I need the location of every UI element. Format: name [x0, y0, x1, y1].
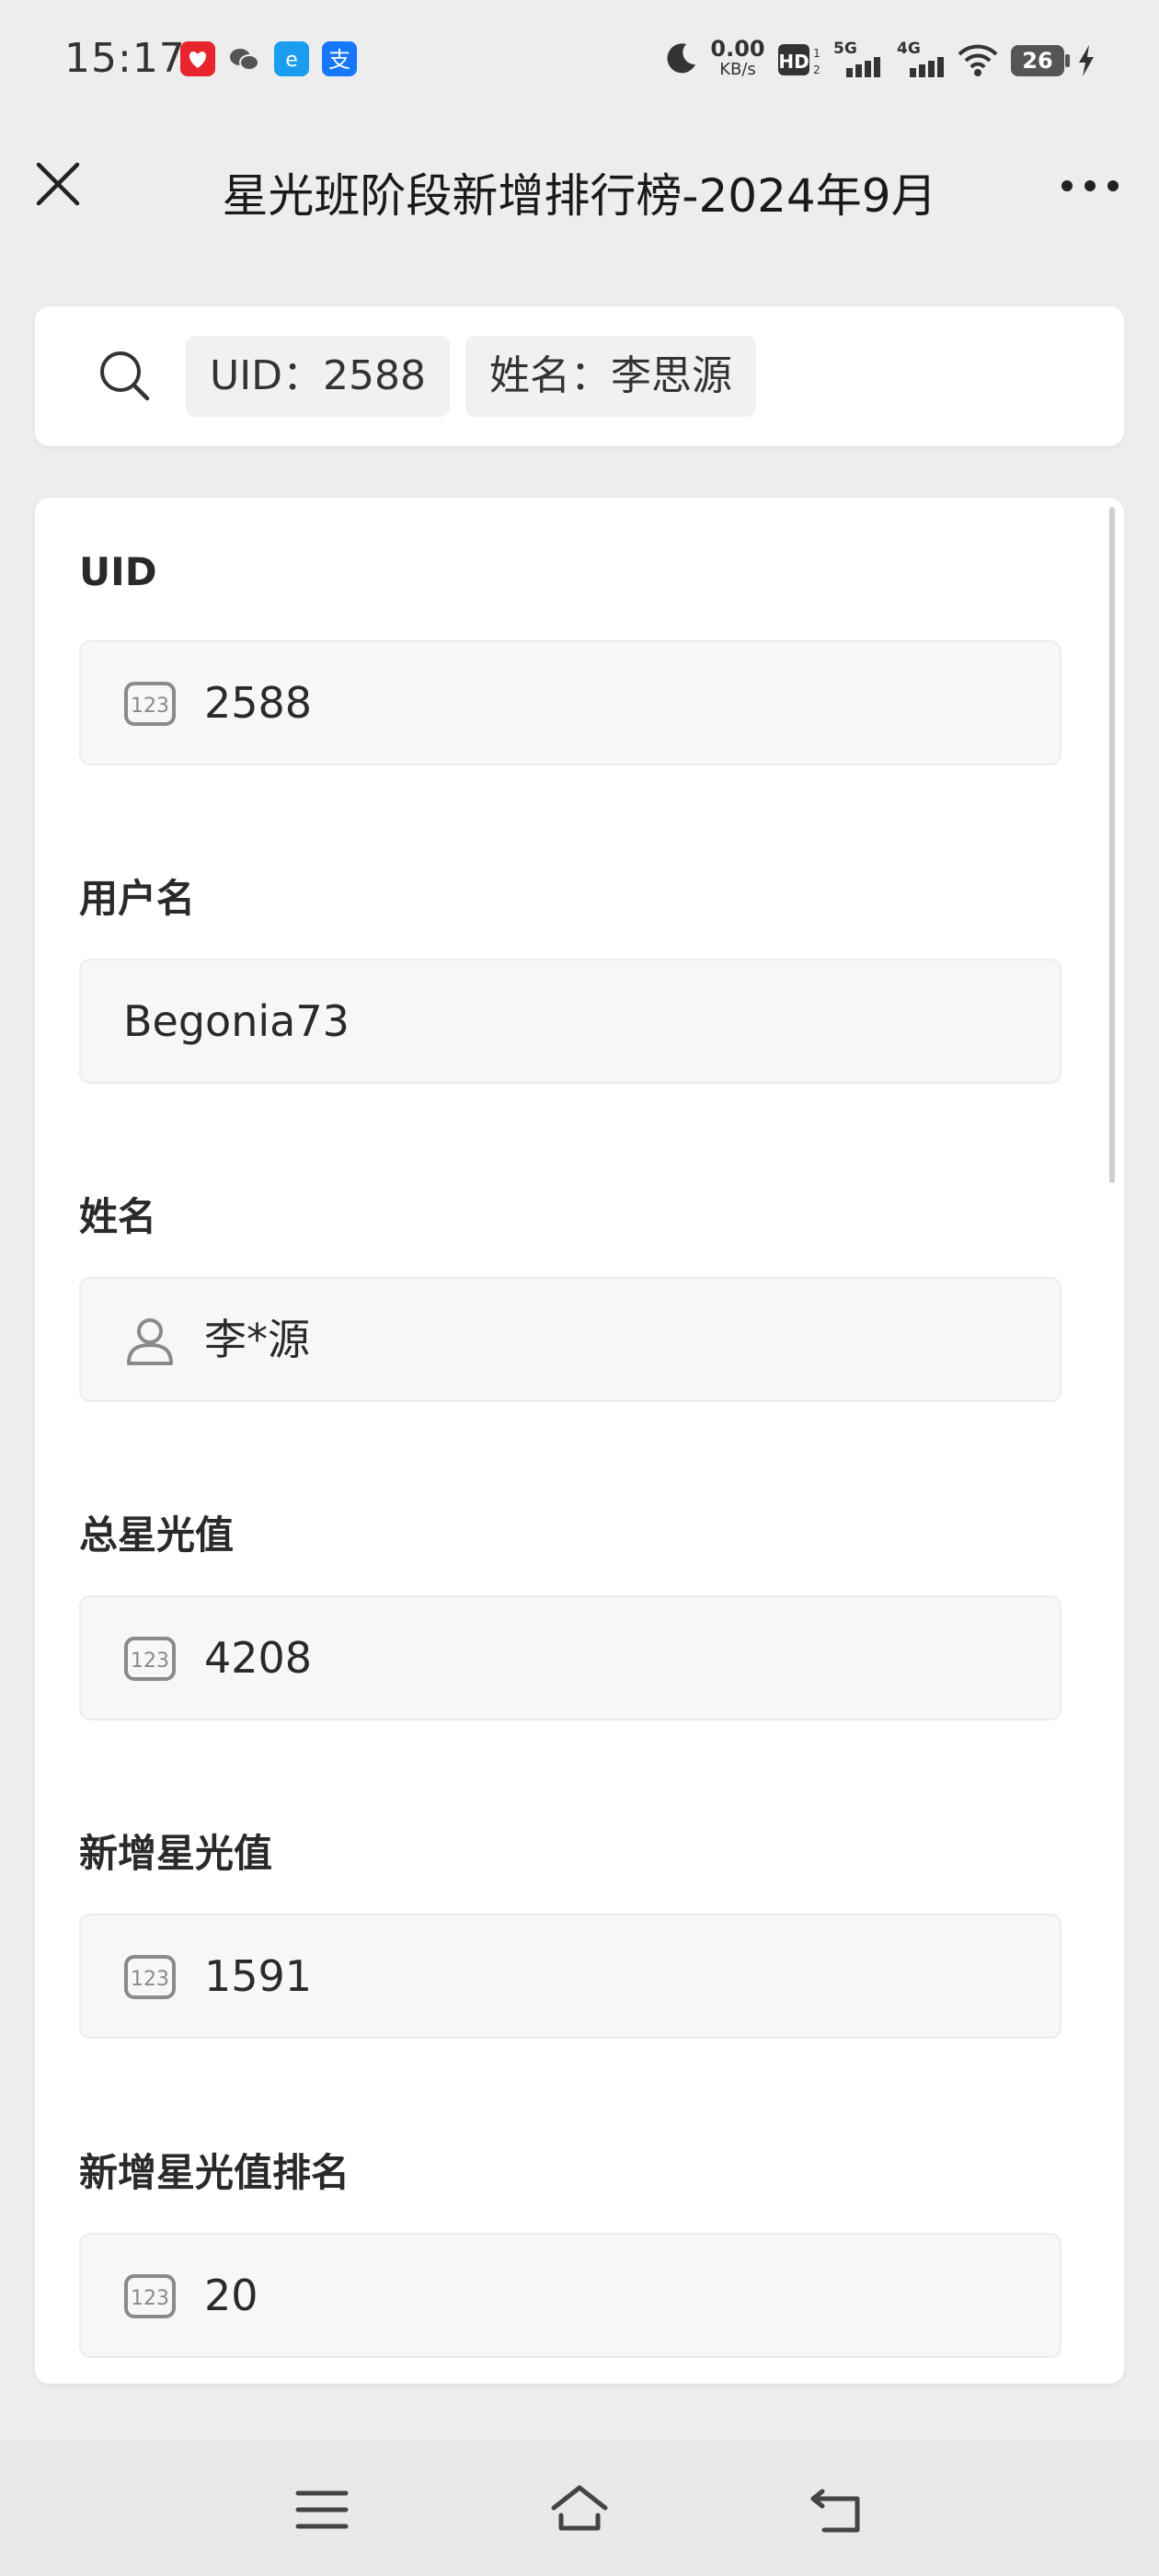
network-speed: 0.00 KB/s — [710, 37, 765, 79]
battery-level: 26 — [1022, 48, 1053, 74]
notification-red-icon — [180, 41, 215, 76]
svg-text:5G: 5G — [833, 40, 857, 58]
search-chip-name[interactable]: 姓名：李思源 — [465, 336, 756, 417]
more-button[interactable] — [1060, 172, 1120, 200]
home-button[interactable] — [550, 2480, 609, 2539]
field-total-starlight: 123 4208 — [79, 1595, 1061, 1720]
search-icon[interactable] — [96, 347, 155, 406]
back-icon — [810, 2489, 860, 2533]
network-speed-value: 0.00 — [710, 36, 765, 62]
svg-text:123: 123 — [131, 1968, 169, 1991]
svg-text:123: 123 — [131, 1650, 169, 1673]
system-nav-bar — [0, 2440, 1159, 2576]
alipay-icon: 支 — [322, 41, 357, 76]
more-dots-icon — [1061, 180, 1119, 191]
field-new-starlight-rank: 123 20 — [79, 2233, 1061, 2358]
svg-text:4G: 4G — [897, 40, 921, 58]
status-time: 15:17 — [64, 35, 186, 82]
field-value-uid: 2588 — [204, 678, 313, 728]
field-label-uid: UID — [79, 549, 157, 594]
back-button[interactable] — [808, 2480, 866, 2539]
number-icon: 123 — [123, 2270, 177, 2323]
moon-icon — [662, 40, 699, 81]
page-title: 星光班阶段新增排行榜-2024年9月 — [222, 169, 937, 223]
field-label-username: 用户名 — [79, 876, 196, 921]
svg-text:HD: HD — [778, 51, 809, 73]
home-icon — [551, 2485, 608, 2531]
svg-text:123: 123 — [131, 695, 169, 718]
number-icon: 123 — [123, 1950, 177, 2004]
field-name: 李*源 — [79, 1277, 1061, 1402]
hd-icon: HD 1 2 — [777, 42, 823, 83]
charging-icon — [1076, 44, 1096, 81]
field-value-new-starlight: 1591 — [204, 1951, 313, 2001]
form-card: UID 123 2588 用户名 Begonia73 姓名 李*源 总星光值 1… — [35, 498, 1124, 2384]
person-icon — [123, 1314, 177, 1367]
search-card[interactable]: UID：2588 姓名：李思源 — [35, 306, 1124, 446]
field-uid: 123 2588 — [79, 640, 1061, 765]
field-label-total-starlight: 总星光值 — [79, 1512, 235, 1558]
signal-4g-icon: 4G — [897, 39, 950, 83]
wifi-icon — [957, 42, 999, 81]
search-chip-uid[interactable]: UID：2588 — [186, 336, 451, 417]
menu-icon — [295, 2490, 349, 2529]
menu-button[interactable] — [293, 2480, 351, 2539]
close-button[interactable] — [35, 161, 81, 207]
wechat-icon — [226, 41, 261, 76]
field-value-total-starlight: 4208 — [204, 1633, 313, 1683]
field-new-starlight: 123 1591 — [79, 1914, 1061, 2039]
title-bar: 星光班阶段新增排行榜-2024年9月 — [0, 124, 1159, 253]
field-label-name: 姓名 — [79, 1194, 157, 1239]
battery-icon: 26 — [1010, 44, 1071, 81]
signal-5g-icon: 5G — [833, 39, 887, 83]
number-icon: 123 — [123, 1632, 177, 1685]
close-icon — [36, 162, 80, 206]
field-value-name: 李*源 — [204, 1315, 310, 1364]
status-bar: 15:17 e 支 0.00 KB/s HD 1 2 5G 4G 26 — [0, 0, 1159, 124]
field-value-username: Begonia73 — [123, 996, 350, 1046]
network-speed-unit: KB/s — [719, 60, 756, 79]
svg-text:e: e — [285, 49, 298, 72]
svg-text:支: 支 — [328, 47, 350, 73]
field-value-new-starlight-rank: 20 — [204, 2271, 258, 2320]
number-icon: 123 — [123, 677, 177, 730]
browser-icon: e — [274, 41, 309, 76]
scrollbar[interactable] — [1109, 507, 1115, 1183]
field-username: Begonia73 — [79, 959, 1061, 1084]
svg-text:1: 1 — [813, 47, 820, 60]
field-label-new-starlight-rank: 新增星光值排名 — [79, 2150, 350, 2195]
field-label-new-starlight: 新增星光值 — [79, 1831, 273, 1876]
svg-text:123: 123 — [131, 2287, 169, 2310]
svg-text:2: 2 — [813, 63, 820, 76]
